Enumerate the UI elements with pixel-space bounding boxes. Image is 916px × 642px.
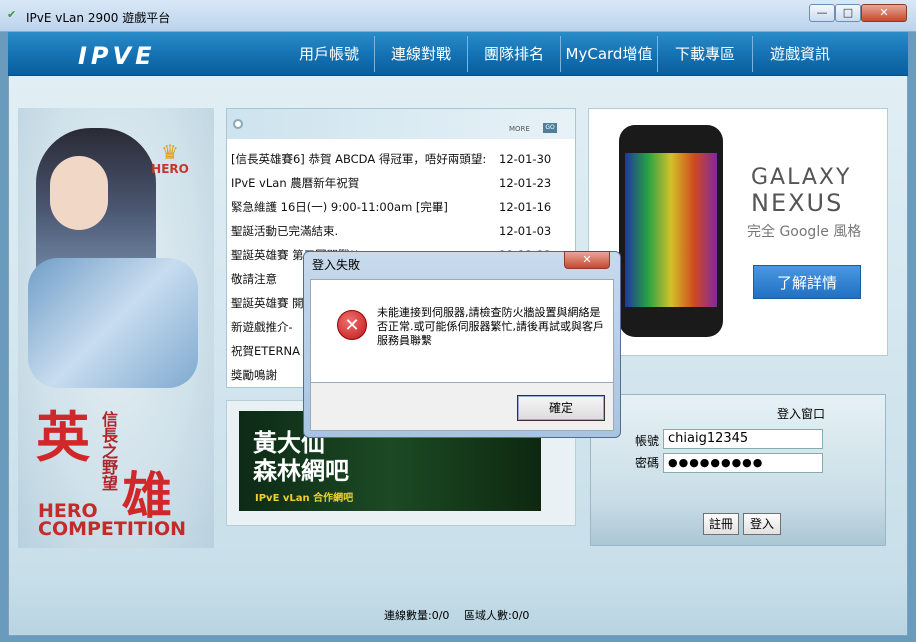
ipve-logo[interactable]: IPVE bbox=[78, 42, 156, 70]
login-title: 登入窗口 bbox=[777, 407, 826, 421]
nav-item-account[interactable]: 用戶帳號 bbox=[284, 32, 374, 76]
learn-more-button[interactable]: 了解詳情 bbox=[753, 265, 861, 299]
news-more-link[interactable]: MORE bbox=[509, 125, 530, 133]
lan-user-count: 區域人數:0/0 bbox=[464, 609, 530, 622]
maximize-button[interactable]: □ bbox=[835, 4, 861, 22]
close-button[interactable]: ✕ bbox=[861, 4, 907, 22]
news-title: 緊急維護 16日(一) 9:00-11:00am [完畢] bbox=[231, 200, 448, 214]
news-date: 12-01-03 bbox=[499, 224, 552, 238]
nav-item-download[interactable]: 下載專區 bbox=[658, 32, 752, 76]
news-title: 祝賀ETERNA bbox=[231, 344, 301, 358]
news-title: 敬請注意 bbox=[231, 272, 277, 286]
news-date: 12-01-23 bbox=[499, 176, 552, 190]
news-item[interactable]: [信長英雄賽6] 恭賀 ABCDA 得冠軍，唔好兩頭望: 12-01-30 bbox=[231, 147, 553, 171]
login-panel: 登入窗口 帳號 chiaig12345 密碼 ●●●●●●●●● 註冊 登入 bbox=[590, 394, 886, 546]
crown-icon: ♛ bbox=[161, 140, 179, 164]
register-button[interactable]: 註冊 bbox=[703, 513, 739, 535]
main-nav: IPVE 用戶帳號 連線對戰 團隊排名 MyCard增值 下載專區 遊戲資訊 bbox=[8, 32, 908, 76]
ad-slogan: 完全 Google 風格 bbox=[747, 224, 862, 240]
hero-en-line2: COMPETITION bbox=[38, 518, 187, 540]
news-item[interactable]: 緊急維護 16日(一) 9:00-11:00am [完畢] 12-01-16 bbox=[231, 195, 553, 219]
news-title: 獎勵鳴謝 bbox=[231, 368, 277, 382]
news-date: 12-01-30 bbox=[499, 152, 552, 166]
hero-title-char1: 英 bbox=[36, 405, 90, 469]
ok-button[interactable]: 確定 bbox=[517, 395, 605, 421]
galaxy-nexus-ad[interactable]: GALAXY NEXUS 完全 Google 風格 了解詳情 bbox=[588, 108, 888, 356]
error-icon: ✕ bbox=[337, 310, 367, 340]
hero-character-face bbox=[50, 156, 108, 230]
app-icon: ✔ bbox=[7, 8, 17, 21]
hero-badge-label: HERO bbox=[151, 162, 189, 176]
news-header: MORE GO bbox=[227, 109, 575, 139]
dialog-title: 登入失敗 bbox=[312, 258, 361, 272]
cafe-banner-line2: 森林網吧 bbox=[253, 457, 349, 485]
nav-item-battle[interactable]: 連線對戰 bbox=[375, 32, 467, 76]
news-date: 12-01-16 bbox=[499, 200, 552, 214]
news-title: [信長英雄賽6] 恭賀 ABCDA 得冠軍，唔好兩頭望: bbox=[231, 152, 487, 166]
window-title: IPvE vLan 2900 遊戲平台 bbox=[26, 11, 171, 25]
news-title: 聖誕英雄賽 開 bbox=[231, 296, 304, 310]
nav-item-ranking[interactable]: 團隊排名 bbox=[468, 32, 560, 76]
minimize-button[interactable]: — bbox=[809, 4, 835, 22]
window-titlebar: ✔ IPvE vLan 2900 遊戲平台 — □ ✕ bbox=[0, 0, 916, 32]
ad-brand-line2: NEXUS bbox=[751, 189, 844, 217]
password-input[interactable]: ●●●●●●●●● bbox=[663, 453, 823, 473]
news-item[interactable]: 聖誕活動已完滿結束. 12-01-03 bbox=[231, 219, 553, 243]
bullet-icon bbox=[233, 119, 243, 129]
nav-item-game-info[interactable]: 遊戲資訊 bbox=[753, 32, 847, 76]
news-title: 新遊戲推介- bbox=[231, 320, 293, 334]
news-title: 聖誕活動已完滿結束. bbox=[231, 224, 339, 238]
dialog-close-button[interactable]: ✕ bbox=[564, 251, 610, 269]
dialog-footer: 確定 bbox=[310, 383, 614, 431]
dialog-body: ✕ 未能連接到伺服器,請檢查防火牆設置與網絡是否正常.或可能係伺服器繁忙,請後再… bbox=[310, 279, 614, 383]
login-button[interactable]: 登入 bbox=[743, 513, 781, 535]
dialog-message: 未能連接到伺服器,請檢查防火牆設置與網絡是否正常.或可能係伺服器繁忙,請後再試或… bbox=[377, 306, 604, 347]
ad-brand-line1: GALAXY bbox=[751, 165, 852, 190]
account-label: 帳號 bbox=[635, 434, 660, 448]
nav-item-mycard[interactable]: MyCard增值 bbox=[561, 32, 657, 76]
hero-banner[interactable]: ♛ HERO 英 信長之野望 雄 HERO COMPETITION bbox=[18, 108, 214, 548]
phone-image bbox=[619, 125, 723, 337]
news-title: IPvE vLan 農曆新年祝賀 bbox=[231, 176, 360, 190]
cafe-banner-tagline: IPvE vLan 合作網吧 bbox=[255, 493, 354, 504]
password-label: 密碼 bbox=[635, 456, 660, 470]
phone-screen bbox=[625, 153, 717, 307]
news-item[interactable]: IPvE vLan 農曆新年祝賀 12-01-23 bbox=[231, 171, 553, 195]
hero-character-robe bbox=[28, 258, 198, 388]
account-input[interactable]: chiaig12345 bbox=[663, 429, 823, 449]
hero-badge: ♛ HERO bbox=[146, 142, 194, 178]
login-failed-dialog: 登入失敗 ✕ ✕ 未能連接到伺服器,請檢查防火牆設置與網絡是否正常.或可能係伺服… bbox=[303, 251, 621, 438]
news-go-button[interactable]: GO bbox=[543, 123, 557, 133]
connection-count: 連線數量:0/0 bbox=[384, 609, 450, 622]
